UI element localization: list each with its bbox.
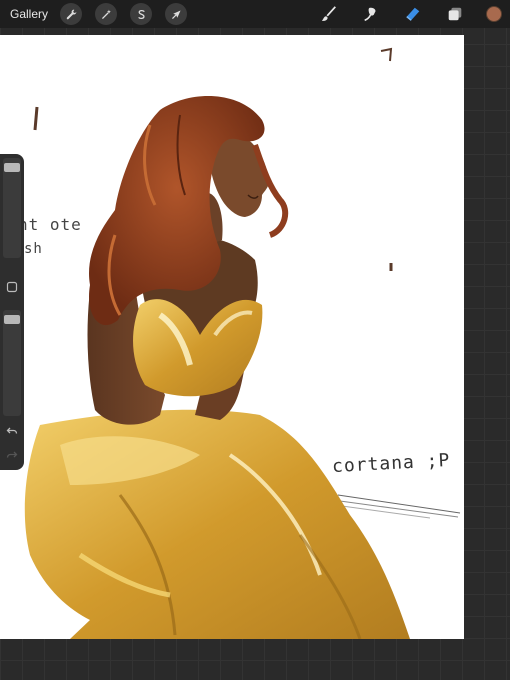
selection-s-icon [137,9,145,19]
layers-button[interactable] [444,3,466,25]
selection-button[interactable] [130,3,153,25]
gallery-button[interactable]: Gallery [10,7,48,21]
arrow-cursor-icon [171,9,181,19]
square-icon [6,281,18,293]
redo-icon [6,451,18,458]
undo-button[interactable] [5,424,19,438]
magic-wand-icon [101,9,111,19]
eraser-button[interactable] [402,3,424,25]
brush-size-slider[interactable] [3,158,21,258]
transform-button[interactable] [165,3,188,25]
brush-size-thumb[interactable] [4,162,20,172]
artwork-illustration [24,47,461,639]
side-scribble-line1: nt ote [18,215,82,234]
layers-icon [448,7,462,21]
eraser-icon [406,7,420,21]
brush-button[interactable] [318,3,340,25]
top-toolbar: Gallery [0,0,510,28]
opacity-thumb[interactable] [4,314,20,324]
drawing-canvas[interactable]: cortana ;P nt ote sh [0,35,464,639]
color-picker-button[interactable] [486,6,502,22]
side-scribble-line2: sh [24,241,43,257]
brush-sidebar [0,154,24,470]
undo-icon [6,427,18,434]
adjustments-button[interactable] [95,3,118,25]
opacity-slider[interactable] [3,310,21,416]
modify-button[interactable] [5,280,19,294]
smudge-button[interactable] [360,3,382,25]
wrench-icon [66,9,76,19]
brush-icon [321,6,336,21]
smudge-icon [364,7,376,22]
actions-button[interactable] [60,3,83,25]
redo-button[interactable] [5,448,19,462]
